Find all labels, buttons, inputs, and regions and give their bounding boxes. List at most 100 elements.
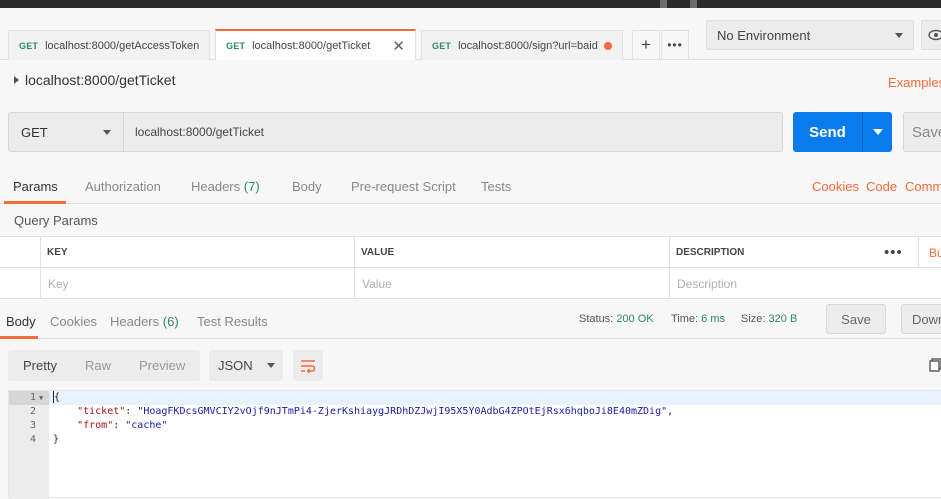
environment-select[interactable]: No Environment (706, 20, 914, 50)
tab-method: GET (19, 40, 39, 51)
status-value: 200 OK (616, 313, 654, 325)
code-line: { (53, 391, 61, 403)
tab-method: GET (432, 40, 452, 51)
strip-notch (690, 0, 697, 8)
line-number: 2 (30, 406, 37, 417)
tab-url: localhost:8000/getAccessToken (45, 39, 200, 52)
format-select[interactable]: JSON (209, 350, 283, 381)
save-response-button[interactable]: Save (826, 304, 886, 334)
json-string: "cache" (125, 420, 168, 431)
response-tab-headers[interactable]: Headers (6) (110, 314, 179, 329)
strip-notch (660, 0, 667, 8)
tab-url: localhost:8000/getTicket (252, 39, 371, 52)
plus-icon: + (641, 35, 651, 54)
unsaved-dot-icon (604, 41, 612, 50)
request-title-text: localhost:8000/getTicket (25, 72, 176, 88)
copy-icon[interactable] (929, 358, 941, 375)
key-input[interactable]: Key (40, 268, 354, 299)
description-input[interactable]: Description (669, 268, 941, 299)
tab-options-button[interactable]: ••• (661, 30, 689, 60)
size-value: 320 B (768, 313, 798, 325)
response-tab-body[interactable]: Body (6, 314, 36, 329)
chevron-down-icon (103, 129, 111, 135)
tab-params[interactable]: Params (13, 179, 58, 194)
environment-label: No Environment (717, 27, 811, 43)
more-icon: ••• (667, 38, 683, 52)
column-header-description: DESCRIPTION (669, 237, 884, 268)
method-select[interactable]: GET (8, 112, 124, 152)
request-tab-get-access-token[interactable]: GET localhost:8000/getAccessToken (8, 30, 210, 60)
bulk-edit-link[interactable]: Bulk Edit (918, 237, 941, 268)
view-raw[interactable]: Raw (85, 358, 111, 373)
tab-headers[interactable]: Headers (7) (191, 179, 260, 194)
request-tab-sign[interactable]: GET localhost:8000/sign?url=baidu (421, 30, 623, 60)
response-body-editor[interactable]: 1 ▼ 2 3 4 { "ticket": "HoagFKDcsGMVCIY2vO… (8, 390, 941, 499)
view-preview[interactable]: Preview (139, 358, 185, 373)
json-key: "ticket" (77, 406, 126, 417)
value-input[interactable]: Value (354, 268, 669, 299)
line-number: 4 (30, 434, 37, 445)
active-tab-indicator (0, 336, 38, 339)
active-line-highlight (49, 391, 941, 405)
response-headers-count: (6) (162, 314, 179, 329)
json-string: "HoagFKDcsGMVCIY2vOjf9nJTmPi4-ZjerKshiay… (137, 406, 668, 417)
response-tab-test-results[interactable]: Test Results (197, 314, 268, 329)
response-tab-headers-label: Headers (110, 314, 160, 329)
tab-authorization[interactable]: Authorization (85, 179, 161, 194)
environment-quick-look-button[interactable] (921, 20, 941, 50)
view-mode-toggle: Pretty Raw Preview (8, 350, 200, 381)
column-header-key: KEY (40, 237, 354, 268)
code-line: "from": "cache" (77, 420, 168, 431)
wrap-line-button[interactable] (293, 350, 323, 381)
time-readout: Time: 6 ms (671, 313, 725, 325)
window-top-strip (0, 0, 941, 8)
code-line: } (53, 434, 60, 445)
line-number: 3 (30, 420, 37, 431)
code-link[interactable]: Code (866, 179, 897, 194)
chevron-down-icon (895, 32, 903, 38)
code-line: "ticket": "HoagFKDcsGMVCIY2vOjf9nJTmPi4-… (77, 406, 674, 417)
json-key: "from" (77, 420, 114, 431)
comments-link[interactable]: Comments (905, 179, 941, 194)
format-value: JSON (218, 358, 253, 373)
view-pretty[interactable]: Pretty (23, 358, 57, 373)
chevron-down-icon (872, 129, 883, 135)
tab-method: GET (226, 40, 246, 51)
fold-arrow-icon[interactable]: ▼ (39, 391, 43, 405)
more-icon[interactable]: ••• (884, 237, 903, 268)
status-label: Status: (579, 313, 614, 325)
cookies-link[interactable]: Cookies (812, 179, 859, 194)
active-tab-indicator (4, 201, 66, 204)
close-icon[interactable]: ✕ (384, 37, 405, 55)
query-params-table: KEY VALUE DESCRIPTION ••• Bulk Edit Key … (0, 236, 941, 299)
request-section-tabs: Params Authorization Headers (7) Body Pr… (0, 170, 941, 204)
line-number-gutter: 1 ▼ 2 3 4 (9, 391, 49, 499)
wrap-lines-icon (301, 359, 316, 373)
size-readout: Size: 320 B (741, 313, 797, 325)
tab-pre-request-script[interactable]: Pre-request Script (351, 179, 456, 194)
eye-icon (928, 29, 941, 41)
url-input[interactable] (124, 112, 783, 152)
save-button[interactable]: Save (903, 112, 941, 152)
response-tab-cookies[interactable]: Cookies (50, 314, 97, 329)
chevron-down-icon (266, 363, 275, 368)
line-number: 1 ▼ (9, 391, 49, 405)
request-tab-get-ticket[interactable]: GET localhost:8000/getTicket ✕ (215, 29, 416, 60)
size-label: Size: (741, 313, 766, 325)
request-title[interactable]: localhost:8000/getTicket (14, 72, 175, 88)
headers-count: (7) (243, 179, 260, 194)
method-value: GET (21, 124, 48, 140)
tab-body[interactable]: Body (292, 179, 322, 194)
new-tab-button[interactable]: + (632, 30, 660, 60)
send-options-button[interactable] (862, 112, 892, 152)
examples-link[interactable]: Examples (888, 75, 941, 90)
column-header-value: VALUE (354, 237, 669, 268)
response-tabs: Body Cookies Headers (6) Test Results (0, 305, 941, 339)
caret-right-icon (14, 76, 19, 84)
time-value: 6 ms (701, 313, 725, 325)
download-button[interactable]: Download (901, 304, 941, 334)
tab-url: localhost:8000/sign?url=baidu (458, 39, 598, 52)
tab-tests[interactable]: Tests (481, 179, 511, 194)
tab-headers-label: Headers (191, 179, 241, 194)
send-button[interactable]: Send (793, 112, 862, 152)
